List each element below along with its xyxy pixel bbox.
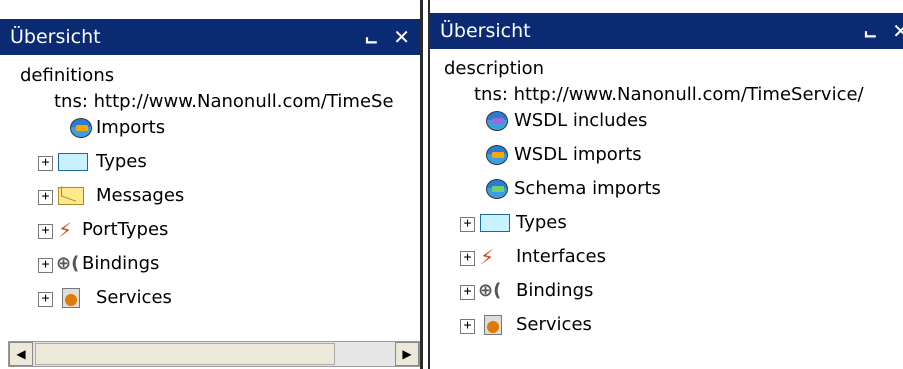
close-icon[interactable]: ✕ bbox=[393, 25, 410, 49]
services-icon bbox=[484, 315, 502, 335]
types-box-icon bbox=[58, 153, 88, 171]
bindings-icon: ⊕( bbox=[56, 253, 80, 274]
tree-item-wsdl-imports[interactable]: WSDL imports bbox=[430, 143, 903, 177]
panel-titlebar: Übersicht ⨽ ✕ bbox=[430, 13, 903, 49]
expand-icon[interactable]: + bbox=[38, 258, 53, 273]
panel-titlebar: Übersicht ⨽ ✕ bbox=[0, 19, 420, 55]
tree-item-label: Bindings bbox=[82, 253, 160, 274]
tns-row: tns: http://www.Nanonull.com/TimeService… bbox=[430, 83, 903, 109]
horizontal-scrollbar[interactable]: ◀ ▶ bbox=[8, 341, 420, 367]
panel-title: Übersicht bbox=[10, 26, 101, 48]
tree-item-label: Services bbox=[516, 314, 592, 335]
tns-label: tns: http://www.Nanonull.com/TimeService… bbox=[474, 84, 864, 105]
schema-imports-icon bbox=[486, 179, 508, 199]
interfaces-icon: ⚡ bbox=[480, 245, 495, 269]
tree-item-wsdl-includes[interactable]: WSDL includes bbox=[430, 109, 903, 143]
expand-icon[interactable]: + bbox=[460, 319, 475, 334]
tree-item-label: WSDL includes bbox=[514, 110, 648, 131]
root-label: definitions bbox=[20, 65, 115, 86]
tree-view: definitions tns: http://www.Nanonull.com… bbox=[0, 64, 420, 320]
imports-globe-icon bbox=[70, 118, 92, 138]
expand-icon[interactable]: + bbox=[38, 190, 53, 205]
pin-icon[interactable]: ⨽ bbox=[865, 19, 877, 43]
tree-item-label: Services bbox=[96, 287, 172, 308]
bindings-icon: ⊕( bbox=[478, 280, 502, 301]
tree-item-types[interactable]: + Types bbox=[430, 211, 903, 245]
overview-panel-left: Übersicht ⨽ ✕ definitions tns: http://www… bbox=[0, 0, 423, 369]
tree-root[interactable]: definitions bbox=[0, 64, 420, 90]
tree-item-bindings[interactable]: + ⊕( Bindings bbox=[430, 279, 903, 313]
tree-item-label: Messages bbox=[96, 185, 185, 206]
services-icon bbox=[62, 288, 80, 308]
wsdl-imports-icon bbox=[486, 145, 508, 165]
tree-item-services[interactable]: + Services bbox=[0, 286, 420, 320]
tree-item-messages[interactable]: + Messages bbox=[0, 184, 420, 218]
expand-icon[interactable]: + bbox=[460, 251, 475, 266]
expand-icon[interactable]: + bbox=[460, 285, 475, 300]
expand-icon[interactable]: + bbox=[38, 292, 53, 307]
tns-row: tns: http://www.Nanonull.com/TimeSe bbox=[0, 90, 420, 116]
panel-title: Übersicht bbox=[440, 20, 531, 42]
tree-item-services[interactable]: + Services bbox=[430, 313, 903, 347]
types-box-icon bbox=[480, 214, 510, 232]
expand-icon[interactable]: + bbox=[460, 217, 475, 232]
expand-icon[interactable]: + bbox=[38, 156, 53, 171]
tree-item-bindings[interactable]: + ⊕( Bindings bbox=[0, 252, 420, 286]
tree-item-label: PortTypes bbox=[82, 219, 169, 240]
overview-panel-right: Übersicht ⨽ ✕ description tns: http://www… bbox=[428, 0, 903, 369]
wsdl-includes-icon bbox=[486, 111, 508, 131]
scroll-thumb[interactable] bbox=[35, 343, 335, 365]
root-label: description bbox=[444, 58, 545, 79]
tree-item-label: Types bbox=[516, 212, 567, 233]
tree-item-label: Types bbox=[96, 151, 147, 172]
tree-item-label: Imports bbox=[96, 117, 166, 138]
scroll-right-icon[interactable]: ▶ bbox=[395, 342, 419, 366]
tree-item-label: Bindings bbox=[516, 280, 594, 301]
pin-icon[interactable]: ⨽ bbox=[366, 25, 378, 49]
porttypes-icon: ⚡ bbox=[58, 218, 73, 242]
tree-item-imports[interactable]: Imports bbox=[0, 116, 420, 150]
expand-icon[interactable]: + bbox=[38, 224, 53, 239]
tree-item-porttypes[interactable]: + ⚡ PortTypes bbox=[0, 218, 420, 252]
tree-item-interfaces[interactable]: + ⚡ Interfaces bbox=[430, 245, 903, 279]
tree-item-schema-imports[interactable]: Schema imports bbox=[430, 177, 903, 211]
tree-root[interactable]: description bbox=[430, 57, 903, 83]
envelope-icon bbox=[58, 187, 84, 205]
tree-item-label: WSDL imports bbox=[514, 144, 642, 165]
tree-item-label: Interfaces bbox=[516, 246, 606, 267]
tree-item-label: Schema imports bbox=[514, 178, 661, 199]
tns-label: tns: http://www.Nanonull.com/TimeSe bbox=[54, 91, 394, 112]
scroll-left-icon[interactable]: ◀ bbox=[9, 342, 33, 366]
close-icon[interactable]: ✕ bbox=[892, 19, 903, 43]
tree-item-types[interactable]: + Types bbox=[0, 150, 420, 184]
tree-view: description tns: http://www.Nanonull.com… bbox=[430, 57, 903, 347]
